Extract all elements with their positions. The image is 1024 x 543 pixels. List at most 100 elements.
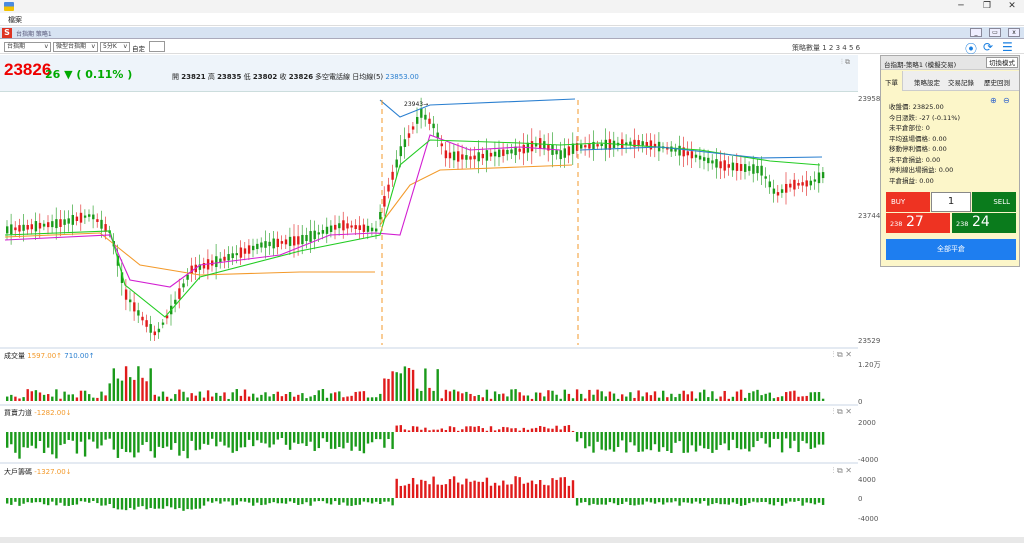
candle-body xyxy=(735,163,739,171)
bigplayer-bar xyxy=(452,476,456,498)
tab-trade-log[interactable]: 交易記錄 xyxy=(948,77,974,87)
force-bar xyxy=(780,432,784,453)
minimize-button[interactable]: ─ xyxy=(949,0,973,13)
volume-panel-icons[interactable]: ⫶ ⧉ ✕ xyxy=(832,350,852,360)
volume-bar xyxy=(243,389,247,401)
maximize-button[interactable]: ❐ xyxy=(975,0,999,13)
interval-select[interactable]: 5分K xyxy=(100,42,130,52)
doc-minimize-button[interactable]: _ xyxy=(970,28,982,37)
doc-restore-button[interactable]: ▭ xyxy=(989,28,1001,37)
zoom-in-icon[interactable]: ⊕ xyxy=(990,96,997,105)
bigplayer-bar xyxy=(280,498,284,504)
force-bar xyxy=(198,432,202,450)
volume-bar xyxy=(485,389,489,401)
document-title: 台指期 策略1 xyxy=(16,31,52,38)
candle-body xyxy=(321,230,325,234)
candle-body xyxy=(465,155,468,160)
volume-bar xyxy=(79,390,83,401)
volume-bar xyxy=(764,393,767,401)
force-bar xyxy=(534,427,538,432)
close-all-button[interactable]: 全部平倉 xyxy=(886,239,1016,260)
zoom-out-icon[interactable]: ⊖ xyxy=(1003,96,1010,105)
volume-bar xyxy=(190,393,193,401)
volume-bar xyxy=(809,392,812,401)
volume-bar xyxy=(748,392,751,401)
bigplayer-panel-icons[interactable]: ⫶ ⧉ ✕ xyxy=(832,466,852,476)
bigplayer-bar xyxy=(662,498,665,505)
candle-body xyxy=(719,161,722,169)
volume-bar xyxy=(411,369,415,401)
force-bar xyxy=(596,432,599,442)
bigplayer-bar xyxy=(112,498,115,509)
bigplayer-bar xyxy=(293,498,296,503)
volume-bar xyxy=(235,389,238,401)
force-bar xyxy=(723,432,726,444)
volume-bar xyxy=(621,394,624,401)
bigplayer-bar xyxy=(272,498,275,503)
tab-order[interactable]: 下單 xyxy=(881,71,903,91)
bigplayer-bar xyxy=(370,498,374,504)
bid-price-button[interactable]: 238 27 xyxy=(886,213,950,233)
force-bar xyxy=(678,432,681,442)
bigplayer-bar xyxy=(625,498,628,502)
menu-bar: 檔案 xyxy=(0,13,1024,26)
force-bar xyxy=(231,432,234,453)
bigplayer-bar xyxy=(694,498,698,502)
quantity-input[interactable]: 1 xyxy=(931,192,971,212)
volume-bar xyxy=(510,389,513,401)
bigplayer-bar xyxy=(821,498,825,505)
tab-strategy-settings[interactable]: 策略設定 xyxy=(914,77,940,87)
force-bar xyxy=(55,432,58,459)
custom-input[interactable] xyxy=(149,41,165,52)
product-select[interactable]: 台指期 xyxy=(4,42,51,52)
bigplayer-label: 大戶籌碼 -1327.00↓ xyxy=(4,468,72,476)
force-bar xyxy=(682,432,685,453)
ma-orange-line xyxy=(379,164,573,226)
candle-body xyxy=(297,236,300,245)
volume-bar xyxy=(592,394,595,401)
force-bar xyxy=(34,432,38,449)
volume-bar xyxy=(231,392,234,401)
force-bar xyxy=(342,432,345,449)
force-bar xyxy=(809,432,812,449)
candle-body xyxy=(153,331,156,336)
bigplayer-bar xyxy=(83,498,87,502)
volume-bar xyxy=(334,392,337,401)
force-bar xyxy=(698,432,702,446)
candle-body xyxy=(432,123,435,129)
refresh-icon[interactable]: ⟳ xyxy=(983,40,993,54)
force-bar xyxy=(461,429,464,432)
volume-bar xyxy=(338,391,341,401)
ask-price-button[interactable]: 238 24 xyxy=(952,213,1016,233)
bigplayer-bar xyxy=(34,498,38,503)
candle-body xyxy=(739,164,743,171)
candle-body xyxy=(346,223,349,229)
bigplayer-bar xyxy=(59,498,62,503)
bigplayer-bar xyxy=(329,498,333,505)
bigplayer-bar xyxy=(211,498,214,503)
candle-body xyxy=(768,181,771,188)
force-bar xyxy=(366,432,370,444)
candle-body xyxy=(530,141,534,152)
volume-bar xyxy=(723,390,726,401)
contract-select[interactable]: 微型台指期 xyxy=(53,42,98,52)
close-button[interactable]: ✕ xyxy=(1000,0,1024,13)
candle-body xyxy=(75,216,79,222)
bigplayer-bar xyxy=(334,498,337,502)
doc-close-button[interactable]: x xyxy=(1008,28,1020,37)
volume-bar xyxy=(821,398,825,401)
sell-button[interactable]: SELL xyxy=(972,192,1016,212)
force-panel-icons[interactable]: ⫶ ⧉ ✕ xyxy=(832,407,852,417)
candle-body xyxy=(760,165,763,176)
tab-backtest[interactable]: 歷史回測 xyxy=(984,77,1010,87)
force-bar xyxy=(288,432,292,450)
buy-button[interactable]: BUY xyxy=(886,192,930,212)
bigplayer-bar xyxy=(608,498,612,503)
user-list-icon[interactable]: ☰ xyxy=(1002,40,1013,54)
force-bar xyxy=(301,432,304,444)
force-bar xyxy=(477,426,480,432)
switch-mode-button[interactable]: 切換模式 xyxy=(986,57,1018,68)
menu-file[interactable]: 檔案 xyxy=(8,15,22,25)
volume-bar xyxy=(88,394,91,401)
candle-body xyxy=(817,172,821,184)
